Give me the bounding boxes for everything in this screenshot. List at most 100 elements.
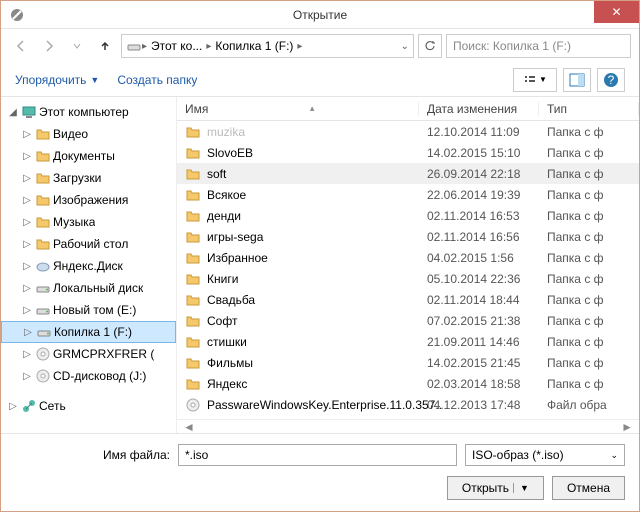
folder-icon xyxy=(35,170,51,186)
folder-icon xyxy=(185,292,201,308)
expand-icon[interactable]: ▷ xyxy=(21,261,33,272)
file-name: Фильмы xyxy=(207,356,253,370)
new-folder-button[interactable]: Создать папку xyxy=(117,73,197,87)
iso-icon xyxy=(185,397,201,413)
file-name: soft xyxy=(207,167,226,181)
tree-item[interactable]: ▷ GRMCPRXFRER ( xyxy=(1,343,176,365)
close-button[interactable]: ✕ xyxy=(594,1,639,23)
drive-icon xyxy=(36,324,52,340)
file-row[interactable]: Яндекс 02.03.2014 18:58 Папка с ф xyxy=(177,373,639,394)
file-date: 02.03.2014 18:58 xyxy=(419,377,539,391)
organize-button[interactable]: Упорядочить ▼ xyxy=(15,73,99,87)
file-name: игры-sega xyxy=(207,230,263,244)
expand-icon[interactable]: ▷ xyxy=(21,217,33,228)
forward-button[interactable] xyxy=(37,34,61,58)
file-row[interactable]: Свадьба 02.11.2014 18:44 Папка с ф xyxy=(177,289,639,310)
tree-item[interactable]: ▷ Рабочий стол xyxy=(1,233,176,255)
up-button[interactable] xyxy=(93,34,117,58)
expand-icon[interactable]: ▷ xyxy=(21,283,33,294)
column-headers[interactable]: Имя▴ Дата изменения Тип xyxy=(177,97,639,121)
svg-text:?: ? xyxy=(608,73,615,87)
breadcrumb-seg-computer[interactable]: Этот ко... xyxy=(147,39,206,53)
expand-icon[interactable]: ▷ xyxy=(21,239,33,250)
tree-item[interactable]: ▷ Новый том (E:) xyxy=(1,299,176,321)
file-row[interactable]: Всякое 22.06.2014 19:39 Папка с ф xyxy=(177,184,639,205)
file-row[interactable]: стишки 21.09.2011 14:46 Папка с ф xyxy=(177,331,639,352)
file-list[interactable]: Имя▴ Дата изменения Тип muzika 12.10.201… xyxy=(176,97,639,433)
file-row[interactable]: SlovoEB 14.02.2015 15:10 Папка с ф xyxy=(177,142,639,163)
view-mode-button[interactable]: ▼ xyxy=(513,68,557,92)
scroll-left-icon[interactable]: ◄ xyxy=(183,420,195,433)
back-button[interactable] xyxy=(9,34,33,58)
file-date: 07.02.2015 21:38 xyxy=(419,314,539,328)
tree-item[interactable]: ▷ CD-дисковод (J:) xyxy=(1,365,176,387)
file-row[interactable]: muzika 12.10.2014 11:09 Папка с ф xyxy=(177,121,639,142)
file-row[interactable]: Книги 05.10.2014 22:36 Папка с ф xyxy=(177,268,639,289)
file-type: Папка с ф xyxy=(539,272,639,286)
file-row[interactable]: игры-sega 02.11.2014 16:56 Папка с ф xyxy=(177,226,639,247)
file-date: 04.02.2015 1:56 xyxy=(419,251,539,265)
tree-item[interactable]: ▷ Загрузки xyxy=(1,167,176,189)
expand-icon[interactable]: ▷ xyxy=(21,371,33,382)
file-type: Папка с ф xyxy=(539,125,639,139)
expand-icon[interactable]: ▷ xyxy=(22,327,34,338)
file-row[interactable]: Софт 07.02.2015 21:38 Папка с ф xyxy=(177,310,639,331)
file-row[interactable]: Фильмы 14.02.2015 21:45 Папка с ф xyxy=(177,352,639,373)
cancel-button[interactable]: Отмена xyxy=(552,476,625,500)
tree-computer[interactable]: ◢Этот компьютер xyxy=(1,101,176,123)
expand-icon[interactable]: ▷ xyxy=(21,305,33,316)
tree-item[interactable]: ▷ Видео xyxy=(1,123,176,145)
tree-item[interactable]: ▷ Изображения xyxy=(1,189,176,211)
folder-icon xyxy=(35,214,51,230)
file-type: Папка с ф xyxy=(539,209,639,223)
tree-item[interactable]: ▷ Локальный диск xyxy=(1,277,176,299)
scroll-right-icon[interactable]: ► xyxy=(621,420,633,433)
column-date[interactable]: Дата изменения xyxy=(419,102,539,116)
drive-icon xyxy=(126,38,142,54)
expand-icon[interactable]: ▷ xyxy=(21,173,33,184)
file-type: Папка с ф xyxy=(539,251,639,265)
file-type: Файл обра xyxy=(539,398,639,412)
expand-icon[interactable]: ▷ xyxy=(21,195,33,206)
search-input[interactable]: Поиск: Копилка 1 (F:) xyxy=(446,34,631,58)
filename-input[interactable] xyxy=(178,444,457,466)
network-icon xyxy=(21,398,37,414)
file-name: SlovoEB xyxy=(207,146,253,160)
folder-icon xyxy=(185,229,201,245)
file-name: PasswareWindowsKey.Enterprise.11.0.357.. xyxy=(207,398,442,412)
file-type: Папка с ф xyxy=(539,335,639,349)
expand-icon[interactable]: ▷ xyxy=(7,401,19,412)
cloud-icon xyxy=(35,258,51,274)
expand-icon[interactable]: ▷ xyxy=(21,349,33,360)
recent-dropdown[interactable] xyxy=(65,34,89,58)
folder-icon xyxy=(185,334,201,350)
expand-icon[interactable]: ▷ xyxy=(21,151,33,162)
tree-item[interactable]: ▷ Документы xyxy=(1,145,176,167)
tree-item[interactable]: ▷ Музыка xyxy=(1,211,176,233)
refresh-button[interactable] xyxy=(418,34,442,58)
preview-pane-button[interactable] xyxy=(563,68,591,92)
column-type[interactable]: Тип xyxy=(539,102,639,116)
tree-item[interactable]: ▷ Яндекс.Диск xyxy=(1,255,176,277)
folder-icon xyxy=(185,145,201,161)
expand-icon[interactable]: ▷ xyxy=(21,129,33,140)
tree-item[interactable]: ▷ Копилка 1 (F:) xyxy=(1,321,176,343)
file-row[interactable]: soft 26.09.2014 22:18 Папка с ф xyxy=(177,163,639,184)
file-row[interactable]: Избранное 04.02.2015 1:56 Папка с ф xyxy=(177,247,639,268)
open-button[interactable]: Открыть▼ xyxy=(447,476,544,500)
breadcrumb[interactable]: ▸ Этот ко... ▸ Копилка 1 (F:) ▸ ⌄ xyxy=(121,34,414,58)
file-date: 22.06.2014 19:39 xyxy=(419,188,539,202)
chevron-down-icon[interactable]: ⌄ xyxy=(401,41,409,52)
file-row[interactable]: PasswareWindowsKey.Enterprise.11.0.357..… xyxy=(177,394,639,415)
column-name[interactable]: Имя▴ xyxy=(177,102,419,116)
file-name: денди xyxy=(207,209,241,223)
tree-network[interactable]: ▷Сеть xyxy=(1,395,176,417)
collapse-icon[interactable]: ◢ xyxy=(7,107,19,118)
file-type: Папка с ф xyxy=(539,146,639,160)
file-row[interactable]: денди 02.11.2014 16:53 Папка с ф xyxy=(177,205,639,226)
navigation-tree[interactable]: ◢Этот компьютер ▷ Видео ▷ Документы ▷ За… xyxy=(1,97,176,433)
help-button[interactable]: ? xyxy=(597,68,625,92)
app-icon xyxy=(9,7,25,23)
filetype-select[interactable]: ISO-образ (*.iso)⌄ xyxy=(465,444,625,466)
breadcrumb-seg-drive[interactable]: Копилка 1 (F:) xyxy=(211,39,297,53)
